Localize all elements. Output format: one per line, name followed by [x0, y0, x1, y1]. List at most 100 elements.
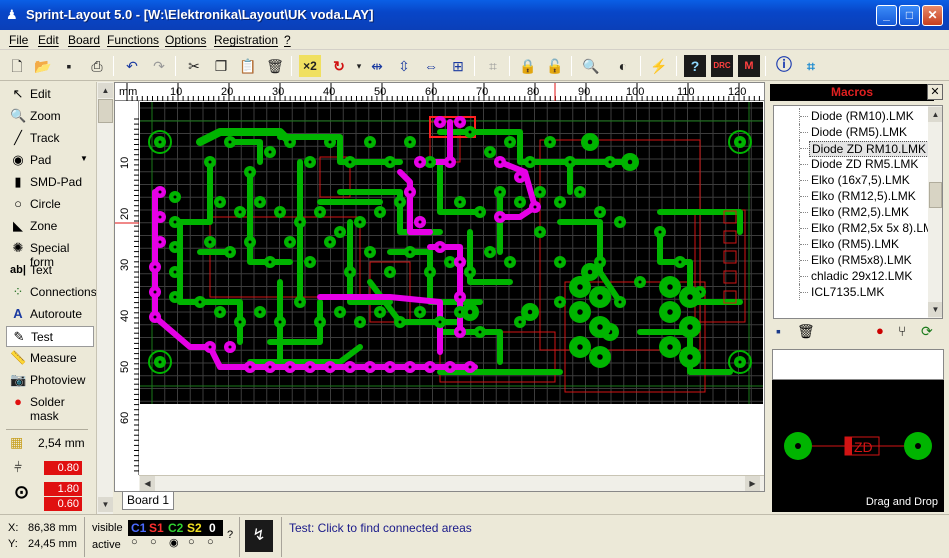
- tool-circle[interactable]: ○ Circle: [6, 194, 94, 215]
- menu-board[interactable]: Board: [68, 33, 100, 47]
- scroll-down-icon[interactable]: ▼: [928, 302, 942, 317]
- undo-icon[interactable]: ↶: [121, 55, 143, 77]
- tab-board-1[interactable]: Board 1: [122, 492, 174, 510]
- menu-registration[interactable]: Registration: [214, 33, 278, 47]
- tool-zoom[interactable]: 🔍 Zoom: [6, 106, 94, 127]
- paste-icon[interactable]: 📋: [237, 55, 259, 77]
- tool-solder-mask[interactable]: ● Solder mask: [6, 392, 94, 423]
- crop-icon[interactable]: ⌗: [800, 55, 822, 77]
- macro-preview[interactable]: ZD Drag and Drop: [772, 380, 944, 512]
- mirror-macro-icon[interactable]: ⑂: [898, 323, 906, 339]
- layer-visibility-box[interactable]: C1 S1 C2 S2 0: [128, 520, 223, 536]
- macro-item[interactable]: Elko (RM5x8).LMK: [774, 252, 930, 268]
- record-icon[interactable]: ●: [876, 323, 884, 338]
- macro-item-selected[interactable]: Diode ZD RM10.LMK: [774, 140, 930, 157]
- layer-radio-c2[interactable]: ◉: [169, 536, 179, 549]
- unlock-icon[interactable]: 🔓: [544, 55, 566, 77]
- layer-radio-o[interactable]: ○: [207, 536, 214, 548]
- copy-icon[interactable]: ❐: [210, 55, 232, 77]
- pad-dropdown-icon[interactable]: ▼: [80, 154, 88, 163]
- board-editor[interactable]: mm 10 20 30 40 50 60 70 80 90 100 110 12…: [114, 82, 765, 492]
- drc-icon[interactable]: DRC: [711, 55, 733, 77]
- menu-file[interactable]: File: [9, 33, 28, 47]
- layer-c2[interactable]: C2: [168, 521, 183, 535]
- board-canvas[interactable]: [140, 102, 763, 459]
- macro-item[interactable]: Diode (RM5).LMK: [774, 124, 930, 140]
- tool-photoview[interactable]: 📷 Photoview: [6, 370, 94, 391]
- group-icon[interactable]: ⊞: [447, 55, 469, 77]
- layer-s2[interactable]: S2: [187, 521, 202, 535]
- rotate-icon[interactable]: ↻: [328, 55, 350, 77]
- tool-track[interactable]: ╱ Track: [6, 128, 94, 149]
- pad-inner-field[interactable]: 0.60: [44, 497, 82, 511]
- align-icon[interactable]: ⇔: [420, 55, 442, 77]
- close-button[interactable]: ✕: [922, 5, 943, 26]
- tool-test[interactable]: ✎ Test: [6, 326, 94, 347]
- scroll-down-icon[interactable]: ▼: [98, 497, 113, 512]
- scroll-thumb[interactable]: [98, 99, 113, 123]
- menu-functions[interactable]: Functions: [107, 33, 159, 47]
- grid-icon[interactable]: ▦: [10, 434, 23, 451]
- mirror-v-icon[interactable]: ⇳: [393, 55, 415, 77]
- scroll-up-icon[interactable]: ▲: [98, 83, 113, 98]
- scroll-up-icon[interactable]: ▲: [928, 107, 942, 122]
- macro-item[interactable]: Diode (RM10).LMK: [774, 108, 930, 124]
- pcb-layout[interactable]: [140, 102, 763, 459]
- layer-radio-s1[interactable]: ○: [150, 536, 157, 548]
- macro-item[interactable]: Elko (RM12,5).LMK: [774, 188, 930, 204]
- save-icon[interactable]: ▪: [58, 55, 80, 77]
- zoom-icon[interactable]: 🔍: [580, 55, 602, 77]
- scroll-left-icon[interactable]: ◀: [140, 476, 155, 491]
- menu-help[interactable]: ?: [284, 33, 291, 47]
- autoroute-icon[interactable]: ⚡: [648, 55, 670, 77]
- redo-icon[interactable]: ↷: [148, 55, 170, 77]
- tool-connections[interactable]: ⁘ Connections: [6, 282, 97, 303]
- horizontal-scrollbar[interactable]: ◀ ▶: [139, 475, 764, 491]
- grid-value[interactable]: 2,54 mm: [38, 436, 85, 450]
- tool-edit[interactable]: ↖ Edit: [6, 84, 94, 105]
- macro-item[interactable]: chladic 29x12.LMK: [774, 268, 930, 284]
- tool-zone[interactable]: ◣ Zone: [6, 216, 94, 237]
- minimize-button[interactable]: _: [876, 5, 897, 26]
- tool-pad[interactable]: ◉ Pad ▼: [6, 150, 94, 171]
- delete-icon[interactable]: 🗑: [264, 55, 286, 77]
- macro-item[interactable]: ICL7135.LMK: [774, 284, 930, 300]
- tool-panel-scrollbar[interactable]: ▲ ▼: [96, 82, 113, 514]
- layer-radio-s2[interactable]: ○: [188, 536, 195, 548]
- macro-item[interactable]: Elko (RM5).LMK: [774, 236, 930, 252]
- layer-o[interactable]: 0: [209, 521, 216, 535]
- layer-c1[interactable]: C1: [131, 521, 146, 535]
- scroll-right-icon[interactable]: ▶: [745, 476, 760, 491]
- tool-special-form[interactable]: ✺ Special form: [6, 238, 94, 269]
- layer-radio-c1[interactable]: ○: [131, 536, 138, 548]
- lock-icon[interactable]: 🔒: [517, 55, 539, 77]
- macro-list[interactable]: Diode (RM10).LMK Diode (RM5).LMK Diode Z…: [773, 105, 943, 319]
- macro-icon[interactable]: M: [738, 55, 760, 77]
- app-icon[interactable]: ♟: [6, 7, 22, 23]
- multiply-icon[interactable]: ×2: [299, 55, 321, 77]
- delete-macro-icon[interactable]: 🗑: [797, 323, 815, 340]
- new-icon[interactable]: 🗋: [6, 55, 28, 77]
- menu-edit[interactable]: Edit: [38, 33, 59, 47]
- tool-text[interactable]: ab| Text: [6, 260, 94, 281]
- ungroup-icon[interactable]: ⌗: [482, 55, 504, 77]
- tool-autoroute[interactable]: A Autoroute: [6, 304, 94, 325]
- menu-options[interactable]: Options: [165, 33, 206, 47]
- open-icon[interactable]: 📂: [32, 55, 54, 77]
- mirror-h-icon[interactable]: ⇹: [366, 55, 388, 77]
- pad-outer-field[interactable]: 1.80: [44, 482, 82, 496]
- macro-item[interactable]: Elko (RM2,5x 5x 8).LMK: [774, 220, 941, 236]
- layer-help[interactable]: ?: [227, 529, 233, 541]
- contrast-icon[interactable]: ◐: [612, 55, 634, 77]
- macro-close-icon[interactable]: ✕: [927, 84, 943, 100]
- info-icon[interactable]: ⓘ: [773, 55, 795, 77]
- macro-list-scrollbar[interactable]: ▲ ▼: [928, 106, 942, 318]
- print-icon[interactable]: ⎙: [86, 55, 108, 77]
- tool-smd-pad[interactable]: ▮ SMD-Pad: [6, 172, 94, 193]
- macro-item[interactable]: Elko (16x7,5).LMK: [774, 172, 930, 188]
- rotate-macro-icon[interactable]: ⟳: [921, 323, 933, 340]
- layer-s1[interactable]: S1: [149, 521, 164, 535]
- save-macro-icon[interactable]: ▪: [776, 323, 781, 339]
- cut-icon[interactable]: ✂: [183, 55, 205, 77]
- scroll-thumb[interactable]: [929, 182, 942, 208]
